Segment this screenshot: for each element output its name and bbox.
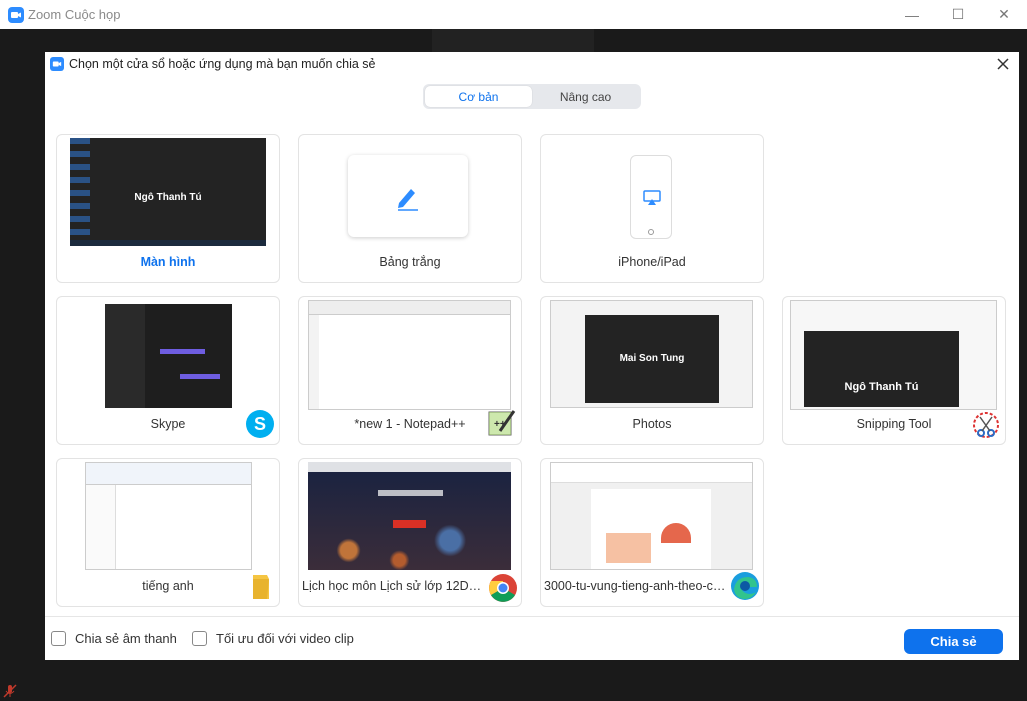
share-tile-photos[interactable]: Mai Son Tung Photos xyxy=(540,296,764,445)
explorer-thumbnail xyxy=(85,462,252,570)
tile-label: Màn hình xyxy=(140,255,196,269)
share-tile-whiteboard[interactable]: Bảng trắng xyxy=(298,134,522,283)
dialog-title: Chọn một cửa sổ hoặc ứng dụng mà bạn muố… xyxy=(69,57,376,71)
optimize-video-checkbox[interactable]: Tối ưu đối với video clip xyxy=(192,631,354,646)
dialog-header: Chọn một cửa sổ hoặc ứng dụng mà bạn muố… xyxy=(45,52,1019,76)
checkbox-label: Chia sẻ âm thanh xyxy=(75,631,177,646)
chrome-icon xyxy=(489,574,517,602)
zoom-app-icon xyxy=(8,6,24,23)
checkbox-box[interactable] xyxy=(51,631,66,646)
share-mode-tabs: Cơ bản Nâng cao xyxy=(423,84,641,109)
share-tile-edge[interactable]: 3000-tu-vung-tieng-anh-theo-ch... xyxy=(540,458,764,607)
share-audio-checkbox[interactable]: Chia sẻ âm thanh xyxy=(51,631,177,646)
mic-muted-icon[interactable] xyxy=(2,683,18,699)
share-tile-screen[interactable]: Ngô Thanh Tú Màn hình xyxy=(56,134,280,283)
checkbox-box[interactable] xyxy=(192,631,207,646)
close-icon[interactable] xyxy=(995,56,1011,72)
tile-label: Lịch học môn Lịch sử lớp 12D2 - ... xyxy=(302,579,489,593)
share-tile-snipping-tool[interactable]: Ngô Thanh Tú Snipping Tool xyxy=(782,296,1006,445)
minimize-button[interactable]: — xyxy=(889,0,935,29)
notepadpp-thumbnail xyxy=(308,300,511,410)
window-titlebar: Zoom Cuộc họp — ☐ ✕ xyxy=(0,0,1027,29)
airplay-icon xyxy=(643,190,661,205)
share-tile-folder[interactable]: tiếng anh xyxy=(56,458,280,607)
share-screen-dialog: Chọn một cửa sổ hoặc ứng dụng mà bạn muố… xyxy=(45,52,1019,660)
photos-thumbnail: Mai Son Tung xyxy=(550,300,753,408)
tile-label: Photos xyxy=(632,417,672,431)
tile-label: tiếng anh xyxy=(142,579,194,593)
share-tile-chrome[interactable]: Lịch học môn Lịch sử lớp 12D2 - ... xyxy=(298,458,522,607)
window-close-button[interactable]: ✕ xyxy=(981,0,1027,29)
tile-label: Skype xyxy=(150,417,186,431)
tab-advanced[interactable]: Nâng cao xyxy=(532,86,639,107)
dialog-footer: Chia sẻ âm thanh Tối ưu đối với video cl… xyxy=(45,616,1019,660)
screen-thumbnail: Ngô Thanh Tú xyxy=(70,138,266,246)
tile-label: Bảng trắng xyxy=(379,255,441,269)
edge-icon xyxy=(731,572,759,600)
share-button[interactable]: Chia sẻ xyxy=(904,629,1003,654)
tab-basic[interactable]: Cơ bản xyxy=(425,86,532,107)
edge-thumbnail xyxy=(550,462,753,570)
tile-label: iPhone/iPad xyxy=(618,255,686,269)
pen-icon xyxy=(398,189,418,211)
whiteboard-thumbnail xyxy=(348,155,468,237)
zoom-app-icon xyxy=(50,57,64,71)
checkbox-label: Tối ưu đối với video clip xyxy=(216,631,354,646)
share-tile-iphone-ipad[interactable]: iPhone/iPad xyxy=(540,134,764,283)
tile-label: 3000-tu-vung-tieng-anh-theo-ch... xyxy=(544,579,731,593)
window-title: Zoom Cuộc họp xyxy=(28,7,121,22)
chrome-thumbnail xyxy=(308,462,511,570)
tile-label: *new 1 - Notepad++ xyxy=(354,417,466,431)
share-tile-notepadpp[interactable]: ++ *new 1 - Notepad++ xyxy=(298,296,522,445)
phone-thumbnail xyxy=(630,155,672,239)
snipping-thumbnail: Ngô Thanh Tú xyxy=(790,300,997,410)
tile-label: Snipping Tool xyxy=(856,417,932,431)
skype-thumbnail xyxy=(105,304,232,408)
share-tile-skype[interactable]: S Skype xyxy=(56,296,280,445)
maximize-button[interactable]: ☐ xyxy=(935,0,981,29)
